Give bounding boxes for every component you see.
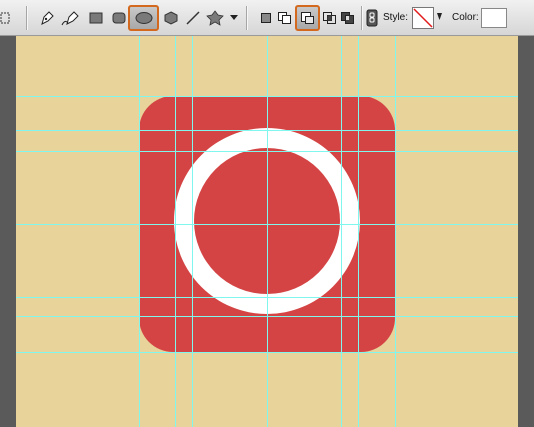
line-tool-icon [186,11,200,25]
rounded-rectangle-tool-icon [112,12,126,24]
color-swatch[interactable] [481,8,507,28]
add-mode-button[interactable] [276,5,294,31]
options-toolbar: Style: Color: [0,0,534,36]
rectangular-marquee-icon [0,12,10,24]
exclude-mode-button[interactable] [339,5,357,31]
style-picker[interactable] [412,7,434,29]
add-mode-icon [278,12,291,24]
vertical-guide[interactable] [341,36,342,427]
rectangle-tool-icon [89,12,103,24]
rectangle-tool-button[interactable] [86,5,106,31]
horizontal-guide[interactable] [16,96,518,97]
horizontal-guide[interactable] [16,297,518,298]
freeform-pen-tool-icon [61,11,79,26]
horizontal-guide[interactable] [16,316,518,317]
line-tool-button[interactable] [183,5,203,31]
polygon-tool-icon [164,11,178,25]
ellipse-tool-button[interactable] [128,5,159,31]
toolbar-separator [246,6,247,30]
vertical-guide[interactable] [192,36,193,427]
new-layer-mode-button[interactable] [258,5,274,31]
horizontal-guide[interactable] [16,352,518,353]
horizontal-guide[interactable] [16,151,518,152]
vertical-guide[interactable] [139,36,140,427]
exclude-mode-icon [341,12,354,24]
canvas-area[interactable] [0,36,534,427]
link-button[interactable] [365,5,379,31]
custom-shape-tool-icon [206,10,224,26]
subtract-mode-icon [300,12,314,24]
horizontal-guide[interactable] [16,130,518,131]
vertical-guide[interactable] [267,36,268,427]
freeform-pen-tool-button[interactable] [60,5,84,31]
pen-tool-button[interactable] [36,5,58,31]
custom-shape-dropdown[interactable] [228,5,240,31]
vertical-guide[interactable] [358,36,359,427]
polygon-tool-button[interactable] [161,5,181,31]
vertical-guide[interactable] [175,36,176,427]
subtract-mode-button[interactable] [295,5,320,31]
link-icon [366,9,378,27]
new-layer-mode-icon [261,13,271,23]
custom-shape-tool-button[interactable] [204,5,226,31]
toolbar-separator [26,6,27,30]
color-label: Color: [452,12,479,23]
pen-tool-icon [41,11,54,25]
horizontal-guide[interactable] [16,224,518,225]
style-label: Style: [383,12,409,23]
toolbar-handle[interactable] [0,5,10,31]
intersect-mode-button[interactable] [321,5,339,31]
ellipse-tool-icon [135,12,152,24]
rounded-rectangle-tool-button[interactable] [109,5,129,31]
intersect-mode-icon [323,12,336,24]
vertical-guide[interactable] [395,36,396,427]
toolbar-separator [361,6,362,30]
chevron-down-icon[interactable] [437,13,442,21]
chevron-down-icon [230,15,238,20]
no-style-icon [413,8,433,28]
